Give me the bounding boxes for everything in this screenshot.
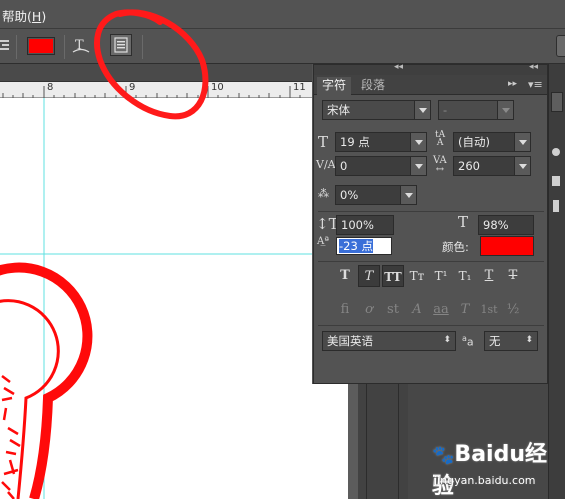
- panel-header-bar: ◂◂ ◂◂: [314, 62, 547, 75]
- canvas-right-edge: [312, 384, 348, 499]
- tsume-field[interactable]: 0%: [335, 185, 417, 205]
- antialias-value: 无: [489, 334, 501, 348]
- leading-icon: tA A: [435, 130, 446, 148]
- vertical-scale-field[interactable]: 100%: [336, 215, 394, 235]
- tsume-icon: ⁂: [318, 187, 329, 200]
- panel-tabs: 字符 段落 ▸▸ ▾≡: [314, 75, 547, 95]
- strikethrough-button[interactable]: T: [502, 265, 524, 287]
- ordinals-button[interactable]: 1st: [478, 299, 500, 321]
- leading-field[interactable]: (自动): [453, 132, 531, 152]
- section-divider: [318, 261, 544, 262]
- tsume-value: 0%: [340, 188, 359, 202]
- updown-icon: ⬍: [525, 335, 533, 345]
- menu-bar: 帮助(H): [0, 0, 565, 28]
- font-style-select[interactable]: -: [438, 100, 514, 120]
- tab-character[interactable]: 字符: [317, 77, 352, 95]
- tracking-icon: VA ↔: [433, 155, 447, 175]
- align-right-icon[interactable]: [0, 39, 10, 53]
- kerning-icon: V/A: [316, 158, 336, 171]
- font-size-icon: T: [318, 133, 329, 151]
- language-value: 美国英语: [327, 334, 373, 348]
- collapse-icon[interactable]: ◂◂: [394, 62, 403, 72]
- tool-strip: [548, 64, 565, 499]
- antialias-select[interactable]: 无 ⬍: [484, 331, 538, 351]
- text-color-swatch[interactable]: [27, 37, 55, 55]
- menu-help-label: 帮助: [2, 9, 28, 24]
- vertical-scale-value: 100%: [341, 218, 374, 232]
- language-select[interactable]: 美国英语 ⬍: [322, 331, 456, 351]
- underline-button[interactable]: T: [478, 265, 500, 287]
- menu-help-accel: H: [31, 9, 42, 24]
- warp-text-icon[interactable]: T: [71, 35, 91, 57]
- baseline-shift-value: -23 点: [339, 239, 373, 253]
- color-swatch[interactable]: [480, 236, 534, 256]
- watermark-logo: 🐾Baidu经验: [432, 436, 565, 499]
- discretionary-ligatures-button[interactable]: ơ: [358, 299, 380, 321]
- text-color-fill: [29, 39, 53, 53]
- all-caps-button[interactable]: TT: [382, 265, 404, 287]
- horizontal-ruler: 8 9 10 11: [0, 82, 312, 98]
- options-bar: T: [0, 28, 565, 64]
- tracking-value: 260: [458, 159, 480, 173]
- titling-alternates-button[interactable]: T: [454, 299, 476, 321]
- tracking-field[interactable]: 260: [453, 156, 531, 176]
- ligatures-button[interactable]: fi: [334, 299, 356, 321]
- menu-help[interactable]: 帮助(H): [2, 6, 46, 25]
- stylistic-alternates-button[interactable]: aa: [430, 299, 452, 321]
- updown-icon: ⬍: [443, 335, 451, 345]
- section-divider: [318, 211, 544, 212]
- font-size-value: 19 点: [340, 135, 370, 149]
- superscript-button[interactable]: T¹: [430, 265, 452, 287]
- font-family-select[interactable]: 宋体: [322, 100, 431, 120]
- faux-italic-button[interactable]: T: [358, 265, 380, 287]
- horizontal-scale-value: 98%: [483, 218, 509, 232]
- section-divider: [318, 325, 544, 326]
- contextual-alternates-button[interactable]: st: [382, 299, 404, 321]
- swash-button[interactable]: A: [406, 299, 428, 321]
- antialias-icon: aa: [462, 334, 474, 349]
- tool-icon[interactable]: [552, 148, 560, 156]
- font-family-value: 宋体: [327, 103, 350, 117]
- baseline-shift-icon: Aª ‾: [317, 236, 329, 256]
- toggle-character-panel-button[interactable]: [110, 34, 132, 56]
- ruler-tick-label: 10: [211, 82, 224, 93]
- collapse-icon[interactable]: ◂◂: [529, 62, 538, 72]
- kerning-value: 0: [340, 159, 348, 173]
- color-label: 颜色:: [442, 240, 469, 254]
- ruler-tick-label: 8: [47, 82, 54, 93]
- leading-value: (自动): [458, 135, 490, 149]
- watermark-url: jingyan.baidu.com: [434, 474, 536, 487]
- document-canvas[interactable]: [0, 98, 312, 499]
- panel-menu-icon[interactable]: ▾≡: [528, 78, 543, 91]
- ruler-tick-label: 11: [293, 82, 306, 93]
- tool-icon[interactable]: [552, 176, 560, 186]
- font-style-value: -: [443, 103, 448, 117]
- options-right-button[interactable]: [556, 35, 565, 57]
- tab-paragraph[interactable]: 段落: [356, 77, 390, 95]
- kerning-field[interactable]: 0: [335, 156, 427, 176]
- tool-icon[interactable]: [553, 200, 559, 212]
- tool-button[interactable]: [551, 92, 563, 112]
- ruler-tick-label: 9: [129, 82, 136, 93]
- document-tab-strip: [0, 64, 312, 82]
- fractions-button[interactable]: ½: [502, 299, 524, 321]
- horizontal-scale-field[interactable]: 98%: [478, 215, 534, 235]
- subscript-button[interactable]: T₁: [454, 265, 476, 287]
- paw-icon: 🐾: [432, 445, 455, 466]
- character-panel: ◂◂ ◂◂ 字符 段落 ▸▸ ▾≡ 宋体 - T 19 点 tA A (自动) V…: [313, 62, 548, 384]
- font-size-field[interactable]: 19 点: [335, 132, 427, 152]
- horizontal-scale-icon: T: [458, 213, 469, 231]
- faux-bold-button[interactable]: T: [334, 265, 356, 287]
- expand-icon[interactable]: ▸▸: [508, 79, 517, 89]
- baseline-shift-field[interactable]: -23 点: [336, 237, 392, 255]
- small-caps-button[interactable]: Tт: [406, 265, 428, 287]
- antialias-label: a: [466, 335, 474, 349]
